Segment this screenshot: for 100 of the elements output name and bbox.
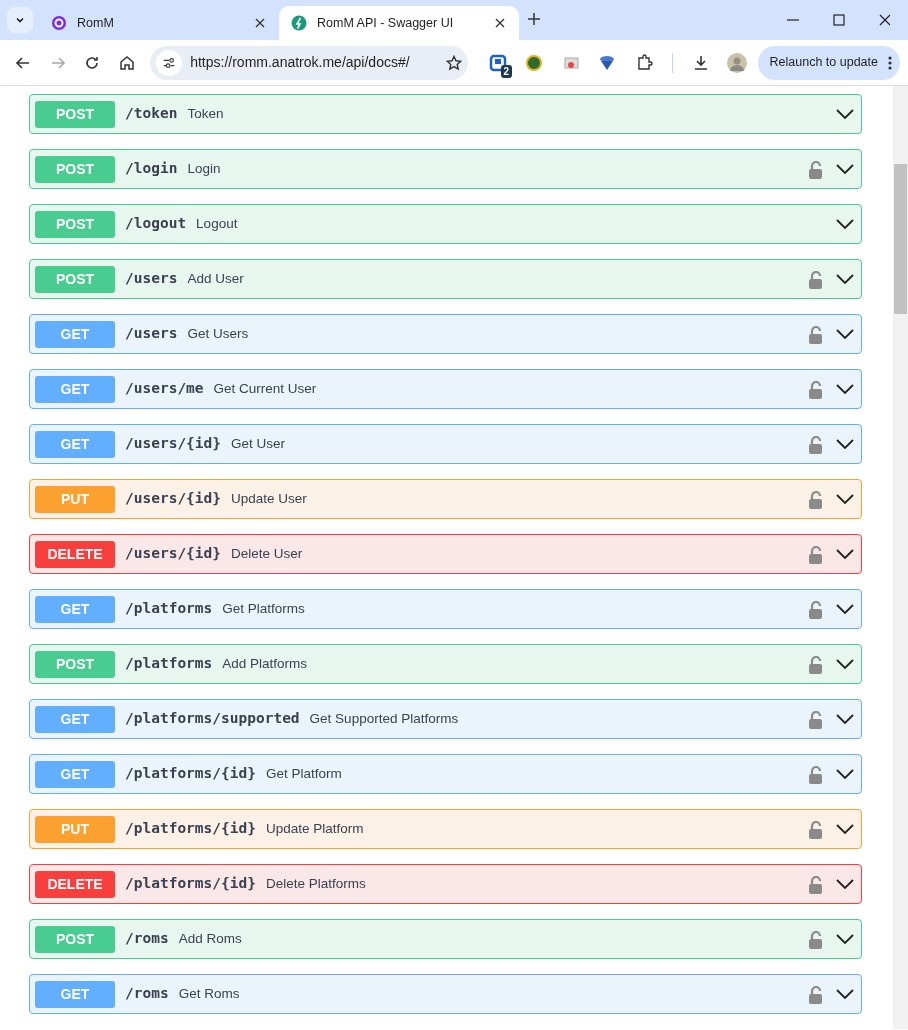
lock-icon[interactable]: [808, 325, 823, 344]
expand-button[interactable]: [835, 326, 855, 342]
endpoint-path: /login: [125, 159, 178, 179]
endpoint-row[interactable]: PUT /platforms/{id} Update Platform: [29, 809, 862, 849]
new-tab-button[interactable]: [527, 12, 541, 26]
close-tab-button[interactable]: [253, 16, 267, 30]
endpoint-row[interactable]: GET /platforms Get Platforms: [29, 589, 862, 629]
lock-icon[interactable]: [808, 710, 823, 729]
close-tab-button[interactable]: [493, 16, 507, 30]
endpoint-row[interactable]: GET /roms Get Roms: [29, 974, 862, 1014]
maximize-icon: [832, 13, 846, 27]
endpoint-path: /users/{id}: [125, 544, 222, 564]
url-text: https://romm.anatrok.me/api/docs#/: [190, 53, 411, 72]
bookmark-button[interactable]: [446, 54, 463, 71]
lock-icon[interactable]: [808, 160, 823, 179]
lock-icon[interactable]: [808, 435, 823, 454]
extension-button[interactable]: 2: [481, 46, 515, 79]
endpoint-path: /token: [125, 104, 178, 124]
endpoint-row[interactable]: GET /platforms/{id} Get Platform: [29, 754, 862, 794]
endpoint-summary: Update Platform: [265, 819, 364, 838]
endpoint-row[interactable]: GET /platforms/supported Get Supported Platforms: [29, 699, 862, 739]
endpoint-summary: Get Current User: [213, 379, 317, 398]
endpoint-row[interactable]: DELETE /platforms/{id} Delete Platforms: [29, 864, 862, 904]
expand-button[interactable]: [835, 546, 855, 562]
chevron-down-icon: [835, 326, 855, 342]
expand-button[interactable]: [835, 821, 855, 837]
endpoint-path: /roms: [125, 929, 169, 949]
expand-button[interactable]: [835, 876, 855, 892]
endpoint-row[interactable]: DELETE /users/{id} Delete User: [29, 534, 862, 574]
endpoint-row[interactable]: POST /roms Add Roms: [29, 919, 862, 959]
chevron-down-icon: [835, 436, 855, 452]
expand-button[interactable]: [835, 216, 855, 232]
lock-icon[interactable]: [808, 270, 823, 289]
lock-icon[interactable]: [808, 380, 823, 399]
lock-icon[interactable]: [808, 490, 823, 509]
expand-button[interactable]: [835, 491, 855, 507]
relaunch-button[interactable]: Relaunch to update: [757, 45, 900, 80]
endpoint-row[interactable]: GET /users/me Get Current User: [29, 369, 862, 409]
endpoint-row[interactable]: GET /users/{id} Get User: [29, 424, 862, 464]
endpoint-summary: Login: [187, 159, 221, 178]
endpoint-summary: Delete Platforms: [265, 874, 366, 893]
expand-button[interactable]: [835, 711, 855, 727]
tune-icon: [162, 55, 177, 70]
scrollbar[interactable]: [893, 86, 908, 1029]
chevron-down-icon: [835, 546, 855, 562]
endpoint-summary: Get Users: [187, 324, 249, 343]
browser-tab[interactable]: RomM API - Swagger UI: [279, 6, 519, 40]
expand-button[interactable]: [835, 656, 855, 672]
site-info-button[interactable]: [156, 49, 183, 76]
logo-icon: [291, 15, 307, 31]
lock-icon[interactable]: [808, 545, 823, 564]
lock-icon[interactable]: [808, 600, 823, 619]
expand-button[interactable]: [835, 986, 855, 1002]
expand-button[interactable]: [835, 931, 855, 947]
address-bar[interactable]: https://romm.anatrok.me/api/docs#/: [150, 45, 469, 80]
endpoint-row[interactable]: POST /logout Logout: [29, 204, 862, 244]
method-label: DELETE: [35, 540, 115, 568]
method-label: POST: [35, 100, 115, 128]
scrollbar-thumb[interactable]: [894, 164, 907, 314]
chevron-down-icon: [835, 161, 855, 177]
endpoint-summary: Get Supported Platforms: [309, 709, 459, 728]
endpoint-row[interactable]: PUT /users/{id} Update User: [29, 479, 862, 519]
method-label: GET: [35, 980, 115, 1008]
endpoint-row[interactable]: POST /users Add User: [29, 259, 862, 299]
endpoint-row[interactable]: POST /platforms Add Platforms: [29, 644, 862, 684]
chevron-down-icon: [835, 271, 855, 287]
browser-tab[interactable]: RomM: [39, 6, 279, 40]
funnel-icon: [598, 53, 617, 72]
lock-icon[interactable]: [808, 930, 823, 949]
logo-icon: [51, 15, 67, 31]
expand-button[interactable]: [835, 601, 855, 617]
method-label: POST: [35, 650, 115, 678]
method-label: GET: [35, 430, 115, 458]
method-label: POST: [35, 265, 115, 293]
chevron-down-icon: [835, 766, 855, 782]
method-label: GET: [35, 595, 115, 623]
lock-icon[interactable]: [808, 655, 823, 674]
chevron-down-icon: [835, 601, 855, 617]
lock-icon[interactable]: [808, 765, 823, 784]
endpoint-summary: Delete User: [231, 544, 303, 563]
method-label: POST: [35, 155, 115, 183]
expand-button[interactable]: [835, 381, 855, 397]
endpoint-path: /platforms/supported: [125, 709, 300, 729]
endpoint-row[interactable]: GET /users Get Users: [29, 314, 862, 354]
endpoint-summary: Get Roms: [178, 984, 240, 1003]
expand-button[interactable]: [835, 161, 855, 177]
lock-icon[interactable]: [808, 875, 823, 894]
expand-button[interactable]: [835, 271, 855, 287]
endpoint-path: /logout: [125, 214, 187, 234]
expand-button[interactable]: [835, 436, 855, 452]
chevron-down-icon: [835, 711, 855, 727]
method-label: GET: [35, 760, 115, 788]
endpoint-row[interactable]: POST /token Token: [29, 94, 862, 134]
lock-icon[interactable]: [808, 820, 823, 839]
endpoint-row[interactable]: POST /login Login: [29, 149, 862, 189]
expand-button[interactable]: [835, 106, 855, 122]
endpoint-path: /users/me: [125, 379, 204, 399]
more-icon: [888, 54, 892, 71]
lock-icon[interactable]: [808, 985, 823, 1004]
expand-button[interactable]: [835, 766, 855, 782]
